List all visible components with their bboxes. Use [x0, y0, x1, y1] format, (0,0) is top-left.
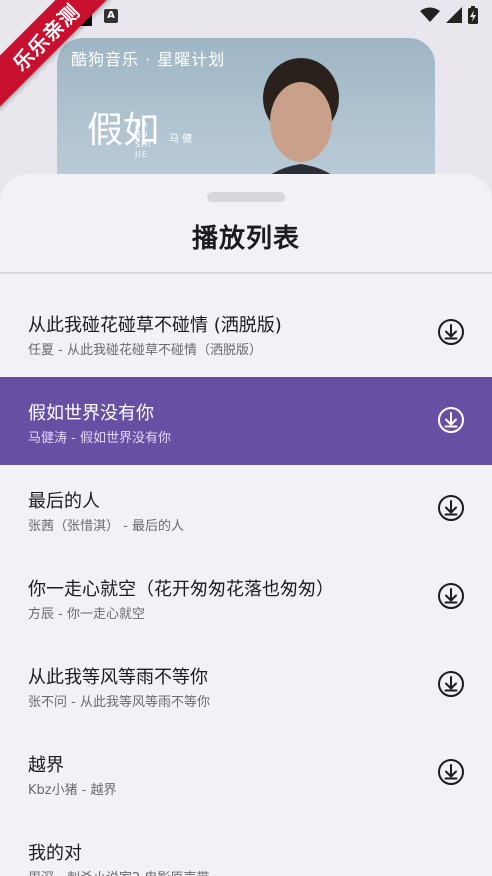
playlist-item[interactable]: 你一走心就空（花开匆匆花落也匆匆） 方辰 - 你一走心就空	[0, 553, 492, 641]
song-subtitle: 方辰 - 你一走心就空	[28, 607, 145, 622]
download-circle-icon[interactable]	[436, 669, 466, 699]
battery-charging-icon	[468, 6, 478, 28]
song-title: 从此我碰花碰草不碰情 (洒脱版)	[28, 315, 282, 336]
playlist-bottom-sheet: 播放列表 从此我碰花碰草不碰情 (洒脱版) 任夏 - 从此我碰花碰草不碰情（洒脱…	[0, 174, 492, 876]
wifi-icon	[420, 7, 440, 27]
playlist-item-active[interactable]: 假如世界没有你 马健涛 - 假如世界没有你	[0, 377, 492, 465]
song-subtitle: 周深 - 刺杀小说家2 电影原声带	[28, 867, 209, 876]
playlist: 从此我碰花碰草不碰情 (洒脱版) 任夏 - 从此我碰花碰草不碰情（洒脱版） 假如…	[0, 289, 492, 876]
song-title: 我的对	[28, 843, 82, 864]
download-circle-icon[interactable]	[436, 317, 466, 347]
accessibility-a-icon: A	[104, 9, 118, 23]
download-circle-icon[interactable]	[436, 757, 466, 787]
song-title: 假如世界没有你	[28, 403, 154, 424]
song-title: 你一走心就空（花开匆匆花落也匆匆）	[28, 579, 334, 600]
cover-artist-vertical: 马 健	[169, 134, 193, 145]
song-title: 从此我等风等雨不等你	[28, 667, 208, 688]
playlist-item[interactable]: 我的对 周深 - 刺杀小说家2 电影原声带	[0, 817, 492, 876]
sheet-divider	[0, 272, 492, 274]
song-subtitle: 任夏 - 从此我碰花碰草不碰情（洒脱版）	[28, 343, 262, 358]
cover-header-text: 酷狗音乐 · 星曜计划	[71, 50, 226, 69]
sheet-drag-handle[interactable]	[207, 192, 285, 202]
song-subtitle: 张茜（张惜淇） - 最后的人	[28, 519, 184, 534]
song-title: 最后的人	[28, 491, 100, 512]
download-circle-icon[interactable]	[436, 405, 466, 435]
playlist-item[interactable]: 从此我等风等雨不等你 张不问 - 从此我等风等雨不等你	[0, 641, 492, 729]
song-subtitle: 马健涛 - 假如世界没有你	[28, 431, 171, 446]
playlist-item[interactable]: 从此我碰花碰草不碰情 (洒脱版) 任夏 - 从此我碰花碰草不碰情（洒脱版）	[0, 289, 492, 377]
song-subtitle: Kbz小猪 - 越界	[28, 783, 117, 798]
status-right-icons	[420, 6, 478, 28]
signal-icon	[446, 7, 462, 27]
sheet-title: 播放列表	[191, 224, 300, 254]
song-title: 越界	[28, 755, 64, 776]
download-circle-icon[interactable]	[436, 493, 466, 523]
download-circle-icon[interactable]	[436, 581, 466, 611]
song-subtitle: 张不问 - 从此我等风等雨不等你	[28, 695, 210, 710]
playlist-item[interactable]: 越界 Kbz小猪 - 越界	[0, 729, 492, 817]
cover-pinyin: JIA RU SHI JIE	[135, 120, 152, 159]
playlist-item[interactable]: 最后的人 张茜（张惜淇） - 最后的人	[0, 465, 492, 553]
